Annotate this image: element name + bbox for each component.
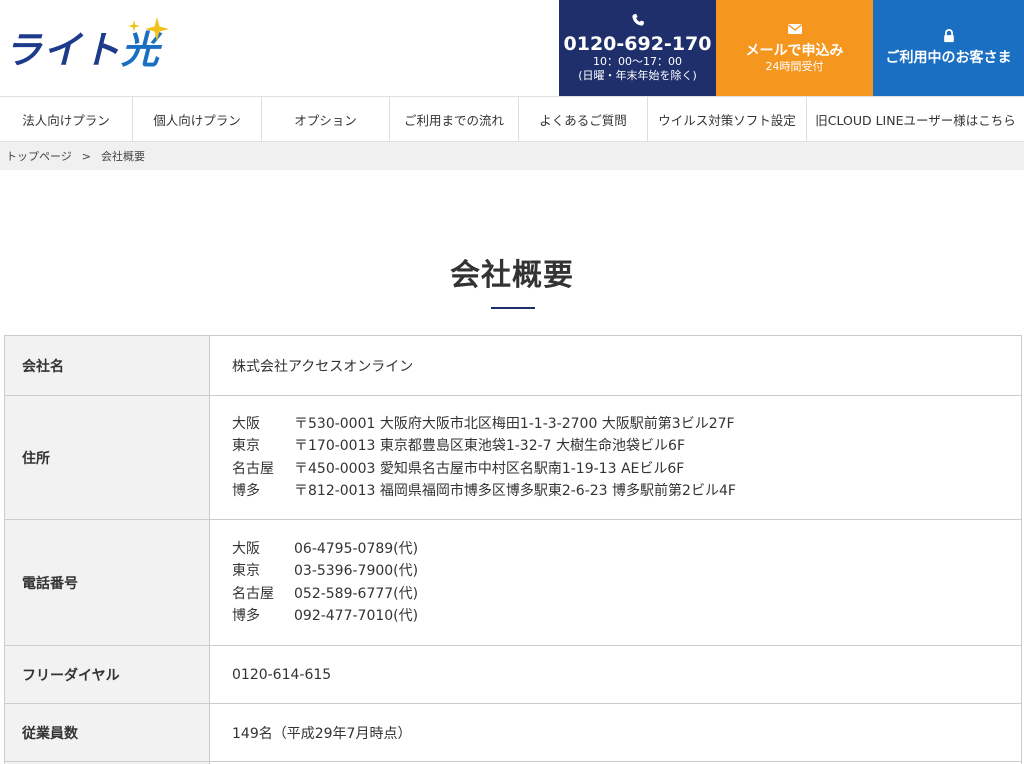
company-info-table: 会社名 株式会社アクセスオンライン 住所 大阪 〒530-0001 大阪府大阪市北… [4,335,1022,764]
address-value: 大阪 〒530-0001 大阪府大阪市北区梅田1-1-3-2700 大阪駅前第3ビ… [209,395,1022,520]
logo-text-main: ライト [4,27,122,72]
nav-item-faq[interactable]: よくあるご質問 [519,97,648,141]
freedial-label: フリーダイヤル [4,645,210,704]
company-name-value: 株式会社アクセスオンライン [209,335,1022,396]
nav-item-flow[interactable]: ご利用までの流れ [390,97,519,141]
table-row: 会社名 株式会社アクセスオンライン [4,335,1022,396]
tel-line: 博多 092-477-7010(代) [232,608,419,624]
mail-apply-label: メールで申込み [745,43,844,59]
tel-line: 名古屋 052-589-6777(代) [232,585,419,602]
address-line: 名古屋 〒450-0003 愛知県名古屋市中村区名駅南1-19-13 AEビル6F [232,460,685,477]
nav-item-antivirus[interactable]: ウイルス対策ソフト設定 [648,97,807,141]
customer-login-label: ご利用中のお客さま [885,50,1012,66]
breadcrumb: トップページ > 会社概要 [0,142,1024,170]
address-label: 住所 [4,395,210,520]
phone-number: 0120-692-170 [563,33,712,55]
tel-line: 大阪 06-4795-0789(代) [232,540,419,557]
lock-icon [943,29,954,43]
customer-login-button[interactable]: ご利用中のお客さま [873,0,1024,96]
main-nav: 法人向けプラン 個人向けプラン オプション ご利用までの流れ よくあるご質問 ウ… [0,96,1024,142]
table-row: フリーダイヤル 0120-614-615 [4,645,1022,704]
mail-icon [787,24,802,34]
tel-label: 電話番号 [4,519,210,646]
site-logo[interactable]: ライト光 [4,17,169,72]
table-row: 住所 大阪 〒530-0001 大阪府大阪市北区梅田1-1-3-2700 大阪駅前… [4,395,1022,520]
table-row: 従業員数 149名（平成29年7月時点） [4,703,1022,762]
phone-icon [631,13,644,26]
nav-item-business-plan[interactable]: 法人向けプラン [0,97,133,141]
address-line: 東京 〒170-0013 東京都豊島区東池袋1-32-7 大樹生命池袋ビル6F [232,438,685,454]
company-name-label: 会社名 [4,335,210,396]
sparkle-icon [145,17,169,41]
breadcrumb-home[interactable]: トップページ [6,148,72,164]
page-title: 会社概要 [450,258,574,293]
title-underline [491,307,535,309]
employees-value: 149名（平成29年7月時点） [209,703,1022,762]
sparkle-small-icon [128,20,140,32]
nav-item-cloudline[interactable]: 旧CLOUD LINEユーザー様はこちら [807,97,1024,141]
breadcrumb-current: 会社概要 [101,150,145,163]
phone-hours-note: (日曜・年末年始を除く) [578,69,697,82]
breadcrumb-separator: > [81,149,91,163]
address-line: 博多 〒812-0013 福岡県福岡市博多区博多駅東2-6-23 博多駅前第2ビル… [232,483,736,499]
mail-apply-button[interactable]: メールで申込み 24時間受付 [716,0,873,96]
mail-apply-sub: 24時間受付 [765,60,824,73]
tel-value: 大阪 06-4795-0789(代) 東京 03-5396-7900(代) 名古屋 0… [209,519,1022,646]
freedial-value: 0120-614-615 [209,645,1022,704]
nav-item-personal-plan[interactable]: 個人向けプラン [133,97,262,141]
table-row: 電話番号 大阪 06-4795-0789(代) 東京 03-5396-7900(代)… [4,519,1022,646]
phone-cta[interactable]: 0120-692-170 10：00〜17：00 (日曜・年末年始を除く) [559,0,716,96]
phone-hours: 10：00〜17：00 [593,55,682,68]
tel-line: 東京 03-5396-7900(代) [232,563,419,579]
nav-item-options[interactable]: オプション [262,97,390,141]
employees-label: 従業員数 [4,703,210,762]
site-header: ライト光 0120-692-170 10：00〜17：00 (日曜・年末年始を除… [0,0,1024,96]
address-line: 大阪 〒530-0001 大阪府大阪市北区梅田1-1-3-2700 大阪駅前第3ビ… [232,415,735,432]
